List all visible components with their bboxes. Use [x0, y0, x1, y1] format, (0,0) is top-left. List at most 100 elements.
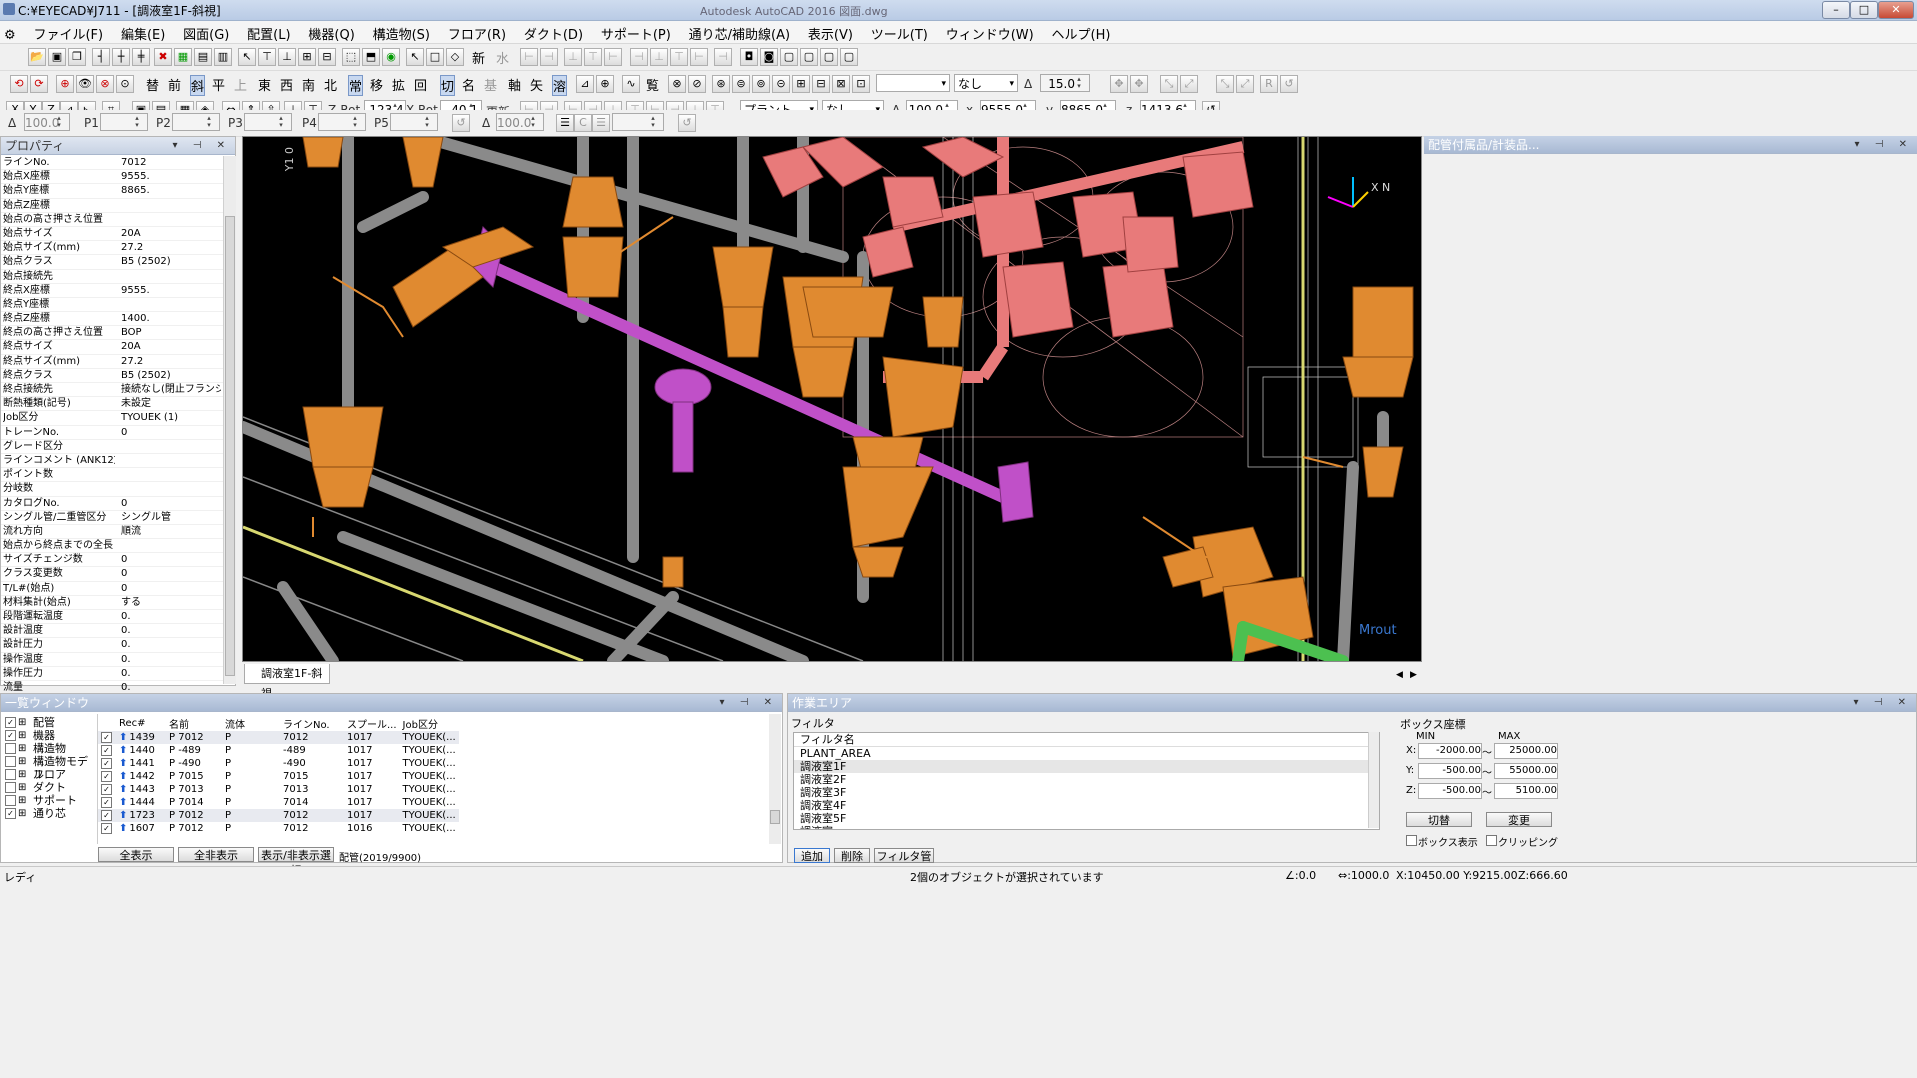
- tool-icon[interactable]: ⟳: [30, 75, 48, 93]
- disabled-tool-icon[interactable]: ⊢: [604, 48, 622, 66]
- disabled-tool-icon[interactable]: ⊢: [690, 48, 708, 66]
- disabled-tool-icon[interactable]: ⊣: [630, 48, 648, 66]
- change-button[interactable]: 変更: [1486, 812, 1552, 827]
- row-checkbox[interactable]: ✓: [101, 797, 112, 808]
- property-row[interactable]: 終点の高さ押さえ位置 BOP: [1, 326, 223, 341]
- table-row[interactable]: ✓ ⬆ 1441 P -490 P -490 1017 TYOUEK(...: [98, 757, 459, 770]
- tool-icon[interactable]: ⊟: [812, 75, 830, 93]
- box-x-max[interactable]: 25000.00: [1494, 743, 1558, 759]
- filter-item[interactable]: 調液室1F: [794, 760, 1379, 773]
- row-checkbox-cell[interactable]: ✓: [98, 809, 116, 822]
- property-row[interactable]: 流れ方向 順流: [1, 525, 223, 540]
- grid-icon[interactable]: ▦: [174, 48, 192, 66]
- property-value[interactable]: シングル管: [121, 511, 221, 524]
- tool-icon[interactable]: ✥: [1110, 75, 1128, 93]
- tree-checkbox[interactable]: [5, 743, 16, 754]
- property-row[interactable]: 始点サイズ 20A: [1, 227, 223, 242]
- tree-checkbox[interactable]: ✓: [5, 730, 16, 741]
- table-row[interactable]: ✓ ⬆ 1439 P 7012 P 7012 1017 TYOUEK(...: [98, 731, 459, 744]
- tool-icon[interactable]: ⤡: [1160, 75, 1178, 93]
- tool-icon[interactable]: ⊡: [852, 75, 870, 93]
- box-display-checkbox[interactable]: [1406, 835, 1417, 846]
- delta-angle-input[interactable]: 15.0: [1040, 74, 1090, 92]
- property-value[interactable]: 0: [121, 567, 221, 580]
- rotate-button[interactable]: 回: [414, 75, 427, 94]
- arrow-button[interactable]: 矢: [530, 75, 543, 94]
- property-value[interactable]: 0.: [121, 610, 221, 623]
- property-row[interactable]: 始点サイズ(mm) 27.2: [1, 241, 223, 256]
- property-value[interactable]: 9555.: [121, 170, 221, 183]
- property-value[interactable]: 27.2: [121, 355, 221, 368]
- panel-controls-icon[interactable]: ▾ ⊣ ✕: [1854, 694, 1912, 712]
- base-button[interactable]: 基: [484, 75, 497, 94]
- filter-item[interactable]: 調液室3F: [794, 786, 1379, 799]
- property-value[interactable]: 0.: [121, 653, 221, 666]
- switch-button[interactable]: 切替: [1406, 812, 1472, 827]
- tool-icon[interactable]: ⬚: [342, 48, 360, 66]
- row-checkbox-cell[interactable]: ✓: [98, 757, 116, 770]
- column-header[interactable]: 名前: [166, 716, 222, 731]
- tool-icon[interactable]: ⊤: [258, 48, 276, 66]
- property-row[interactable]: 設計圧力 0.: [1, 638, 223, 653]
- menu-view[interactable]: 表示(V): [801, 21, 860, 43]
- property-value[interactable]: 0.: [121, 667, 221, 680]
- tool-icon[interactable]: ⤢: [1180, 75, 1198, 93]
- new-button[interactable]: 新: [472, 48, 485, 67]
- property-row[interactable]: トレーンNo. 0: [1, 426, 223, 440]
- property-row[interactable]: 終点サイズ 20A: [1, 340, 223, 355]
- tree-checkbox[interactable]: [5, 769, 16, 780]
- tool-icon[interactable]: ⊕: [56, 75, 74, 93]
- property-row[interactable]: 断熱種類(記号) 未設定: [1, 397, 223, 412]
- property-value[interactable]: 7012: [121, 156, 221, 169]
- table-row[interactable]: ✓ ⬆ 1444 P 7014 P 7014 1017 TYOUEK(...: [98, 796, 459, 809]
- viewport-tab[interactable]: 調液室1F-斜視: [244, 664, 330, 700]
- filter-item[interactable]: 調液室4F: [794, 799, 1379, 812]
- tool-icon[interactable]: ⊛: [712, 75, 730, 93]
- filter-item[interactable]: 調液室2F: [794, 773, 1379, 786]
- column-header[interactable]: 流体: [222, 716, 280, 731]
- tool-icon[interactable]: ⊟: [318, 48, 336, 66]
- tool-icon[interactable]: ⟲: [10, 75, 28, 93]
- camera-icon[interactable]: ◙: [760, 48, 778, 66]
- box-z-max[interactable]: 5100.00: [1494, 783, 1558, 799]
- table-row[interactable]: ✓ ⬆ 1607 P 7012 P 7012 1016 TYOUEK(...: [98, 822, 459, 835]
- property-row[interactable]: Job区分 TYOUEK (1): [1, 411, 223, 426]
- copy-icon[interactable]: ❐: [68, 48, 86, 66]
- property-value[interactable]: BOP: [121, 326, 221, 339]
- tool-icon[interactable]: ╪: [132, 48, 150, 66]
- west-view-button[interactable]: 西: [280, 75, 293, 94]
- menu-window[interactable]: ウィンドウ(W): [939, 21, 1041, 43]
- minimize-button[interactable]: –: [1822, 1, 1850, 19]
- maximize-button[interactable]: □: [1850, 1, 1878, 19]
- property-value[interactable]: 0.: [121, 681, 221, 694]
- none-combo[interactable]: なし: [954, 74, 1018, 93]
- disabled-tool-icon[interactable]: ⊥: [564, 48, 582, 66]
- normal-button[interactable]: 常: [348, 75, 364, 96]
- tool-icon[interactable]: C: [574, 114, 592, 132]
- menu-support[interactable]: サポート(P): [594, 21, 678, 43]
- open-icon[interactable]: 📂: [28, 48, 46, 66]
- tool-icon[interactable]: ⊕: [596, 75, 614, 93]
- filter-scrollbar[interactable]: [1368, 732, 1379, 828]
- add-filter-button[interactable]: 追加: [794, 848, 830, 863]
- property-row[interactable]: 始点Y座標 8865.: [1, 184, 223, 199]
- property-row[interactable]: グレード区分: [1, 440, 223, 454]
- scroll-thumb[interactable]: [225, 216, 235, 676]
- property-row[interactable]: 始点X座標 9555.: [1, 170, 223, 185]
- tree-checkbox[interactable]: [5, 795, 16, 806]
- eye-icon[interactable]: 👁: [76, 75, 94, 93]
- box-y-max[interactable]: 55000.00: [1494, 763, 1558, 779]
- tool-icon[interactable]: ⊚: [752, 75, 770, 93]
- tool-icon[interactable]: ⊙: [116, 75, 134, 93]
- clipping-checkbox[interactable]: [1486, 835, 1497, 846]
- property-value[interactable]: TYOUEK (1): [121, 411, 221, 424]
- property-value[interactable]: 9555.: [121, 284, 221, 297]
- box-y-min[interactable]: -500.00: [1418, 763, 1482, 779]
- tool-icon[interactable]: ⊜: [732, 75, 750, 93]
- refresh-icon[interactable]: ↺: [452, 114, 470, 132]
- property-row[interactable]: 設計温度 0.: [1, 624, 223, 639]
- column-header[interactable]: ラインNo.: [280, 716, 344, 731]
- hide-all-button[interactable]: 全非表示: [178, 847, 254, 862]
- filter-item[interactable]: PLANT_AREA: [794, 747, 1379, 760]
- tool-icon[interactable]: ▢: [800, 48, 818, 66]
